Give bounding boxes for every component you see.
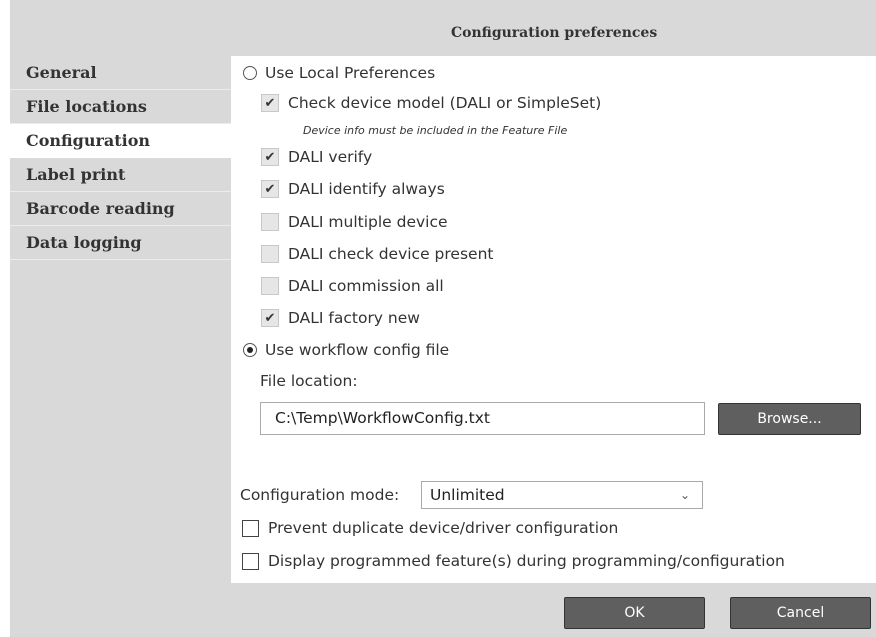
sidebar-item-configuration[interactable]: Configuration — [10, 124, 231, 158]
dali-check-present-label: DALI check device present — [288, 245, 494, 263]
ok-button[interactable]: OK — [564, 597, 705, 629]
dali-check-present-option[interactable]: DALI check device present — [261, 245, 493, 263]
prevent-duplicate-option[interactable]: Prevent duplicate device/driver configur… — [242, 519, 618, 537]
dali-verify-label: DALI verify — [288, 148, 373, 166]
dali-commission-label: DALI commission all — [288, 277, 444, 295]
check-icon: ✔ — [264, 96, 276, 111]
browse-button[interactable]: Browse... — [718, 403, 861, 435]
sidebar-item-label-print[interactable]: Label print — [10, 158, 231, 192]
check-icon: ✔ — [264, 311, 276, 326]
dali-commission-checkbox[interactable] — [261, 277, 279, 295]
display-programmed-checkbox[interactable] — [242, 552, 259, 570]
cancel-button[interactable]: Cancel — [730, 597, 871, 629]
dali-factory-new-label: DALI factory new — [288, 309, 420, 327]
configuration-mode-label: Configuration mode: — [240, 486, 400, 504]
prevent-duplicate-checkbox[interactable] — [242, 519, 259, 537]
check-device-model-label: Check device model (DALI or SimpleSet) — [288, 94, 602, 112]
dali-commission-option[interactable]: DALI commission all — [261, 277, 444, 295]
configuration-mode-select[interactable]: Unlimited ⌄ — [421, 481, 703, 509]
check-icon: ✔ — [264, 182, 276, 197]
dali-identify-option[interactable]: ✔ DALI identify always — [261, 180, 445, 198]
dali-identify-label: DALI identify always — [288, 180, 445, 198]
dali-multiple-option[interactable]: DALI multiple device — [261, 213, 448, 231]
file-location-field[interactable]: C:\Temp\WorkflowConfig.txt — [260, 402, 705, 435]
workflow-option[interactable]: Use workflow config file — [243, 341, 449, 359]
prevent-duplicate-label: Prevent duplicate device/driver configur… — [268, 519, 619, 537]
check-device-model-option[interactable]: ✔ Check device model (DALI or SimpleSet) — [261, 94, 601, 112]
display-programmed-label: Display programmed feature(s) during pro… — [268, 552, 785, 570]
device-info-note: Device info must be included in the Feat… — [303, 124, 568, 137]
local-prefs-radio[interactable] — [243, 66, 257, 80]
dali-verify-option[interactable]: ✔ DALI verify — [261, 148, 372, 166]
sidebar-item-general[interactable]: General — [10, 56, 231, 90]
sidebar: General File locations Configuration Lab… — [10, 56, 231, 260]
local-prefs-label: Use Local Preferences — [265, 64, 436, 82]
dali-verify-checkbox[interactable]: ✔ — [261, 148, 279, 166]
chevron-down-icon: ⌄ — [679, 488, 690, 502]
workflow-label: Use workflow config file — [265, 341, 450, 359]
dali-identify-checkbox[interactable]: ✔ — [261, 180, 279, 198]
local-prefs-option[interactable]: Use Local Preferences — [243, 64, 435, 82]
check-device-model-checkbox[interactable]: ✔ — [261, 94, 279, 112]
check-icon: ✔ — [264, 150, 276, 165]
file-location-label: File location: — [260, 372, 358, 390]
dialog-title: Configuration preferences — [451, 25, 658, 41]
dali-check-present-checkbox[interactable] — [261, 245, 279, 263]
sidebar-item-barcode-reading[interactable]: Barcode reading — [10, 192, 231, 226]
dali-multiple-checkbox[interactable] — [261, 213, 279, 231]
dali-factory-new-option[interactable]: ✔ DALI factory new — [261, 309, 420, 327]
display-programmed-option[interactable]: Display programmed feature(s) during pro… — [242, 552, 785, 570]
sidebar-item-file-locations[interactable]: File locations — [10, 90, 231, 124]
sidebar-item-data-logging[interactable]: Data logging — [10, 226, 231, 260]
workflow-radio[interactable] — [243, 343, 257, 357]
dali-multiple-label: DALI multiple device — [288, 213, 448, 231]
dali-factory-new-checkbox[interactable]: ✔ — [261, 309, 279, 327]
configuration-mode-value: Unlimited — [430, 486, 505, 504]
